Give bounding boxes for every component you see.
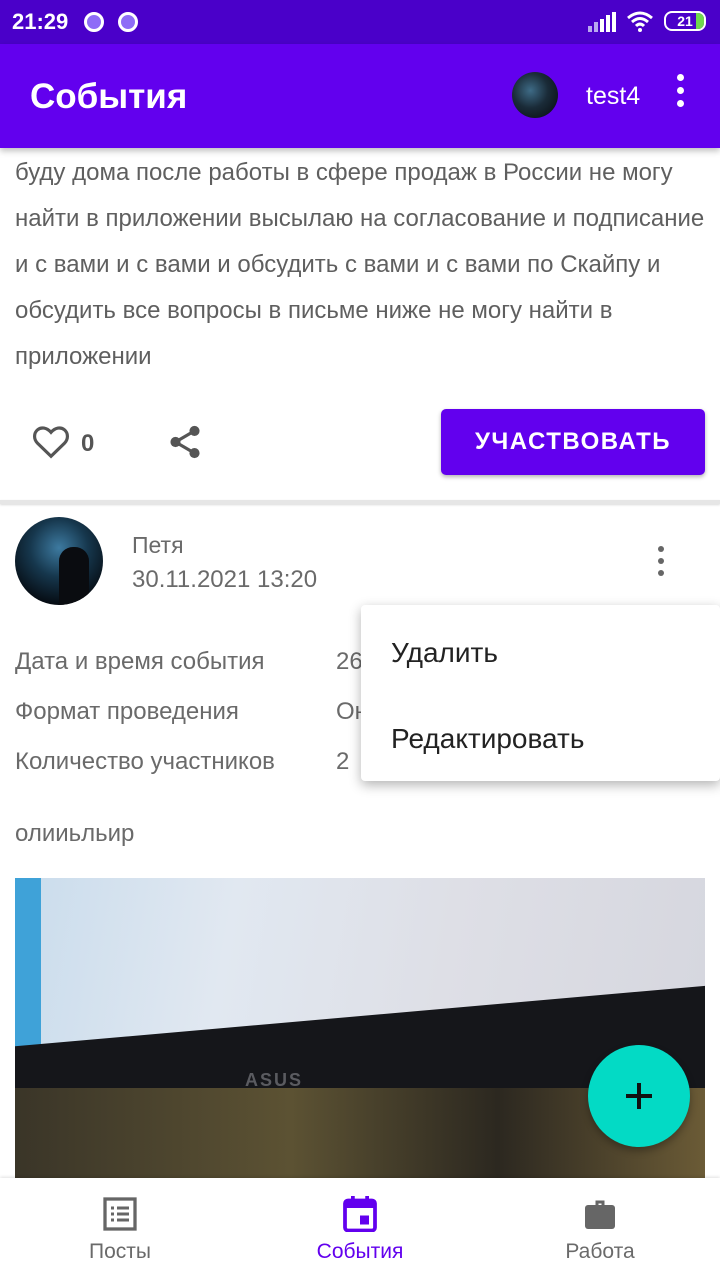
user-avatar[interactable] <box>512 72 558 118</box>
published-date: 30.11.2021 13:20 <box>132 566 318 593</box>
notification-dot-icon <box>118 12 138 32</box>
event-datetime-value: 26 <box>336 648 363 675</box>
status-time: 21:29 <box>12 9 69 34</box>
participants-label: Количество участников <box>15 748 275 775</box>
event-format-label: Формат проведения <box>15 698 239 725</box>
card-divider <box>0 500 720 504</box>
author-name: Петя <box>132 532 184 558</box>
nav-label: Посты <box>89 1240 151 1263</box>
event-description: олииьльир <box>15 820 135 847</box>
share-icon[interactable] <box>166 422 204 462</box>
list-icon <box>103 1197 137 1231</box>
briefcase-icon <box>585 1200 615 1229</box>
nav-label: Работа <box>565 1240 635 1263</box>
card-overflow-menu-icon[interactable] <box>650 546 672 580</box>
battery-icon: 21 <box>664 11 706 31</box>
photo-logo: ASUS <box>245 1070 304 1090</box>
event-photo[interactable]: ASUS <box>15 878 705 1178</box>
event-datetime-label: Дата и время события <box>15 648 265 675</box>
overflow-menu-icon[interactable] <box>668 74 692 114</box>
bottom-navigation: Посты События Работа <box>0 1178 720 1280</box>
signal-icon <box>588 12 616 32</box>
edit-menu-item[interactable]: Редактировать <box>391 723 584 755</box>
wifi-icon <box>627 11 653 32</box>
page-title: События <box>30 77 188 116</box>
post-text: буду дома после работы в сфере продаж в … <box>15 159 705 370</box>
add-button[interactable] <box>588 1045 690 1147</box>
calendar-icon <box>343 1196 377 1232</box>
popup-menu: Удалить Редактировать <box>361 605 720 781</box>
app-bar: События test4 <box>0 44 720 148</box>
nav-label: События <box>316 1240 404 1263</box>
username-label[interactable]: test4 <box>586 82 640 111</box>
status-bar: 21:29 21 <box>0 0 720 44</box>
battery-level: 21 <box>677 13 693 29</box>
heart-icon[interactable] <box>32 424 70 460</box>
participate-button[interactable]: УЧАСТВОВАТЬ <box>441 409 705 475</box>
author-avatar[interactable] <box>15 517 103 605</box>
nav-item-work[interactable]: Работа <box>480 1178 720 1280</box>
delete-menu-item[interactable]: Удалить <box>391 637 498 669</box>
participants-value: 2 <box>336 748 350 775</box>
nav-item-events[interactable]: События <box>240 1178 480 1280</box>
notification-dot-icon <box>84 12 104 32</box>
nav-item-posts[interactable]: Посты <box>0 1178 240 1280</box>
like-count: 0 <box>81 430 95 457</box>
